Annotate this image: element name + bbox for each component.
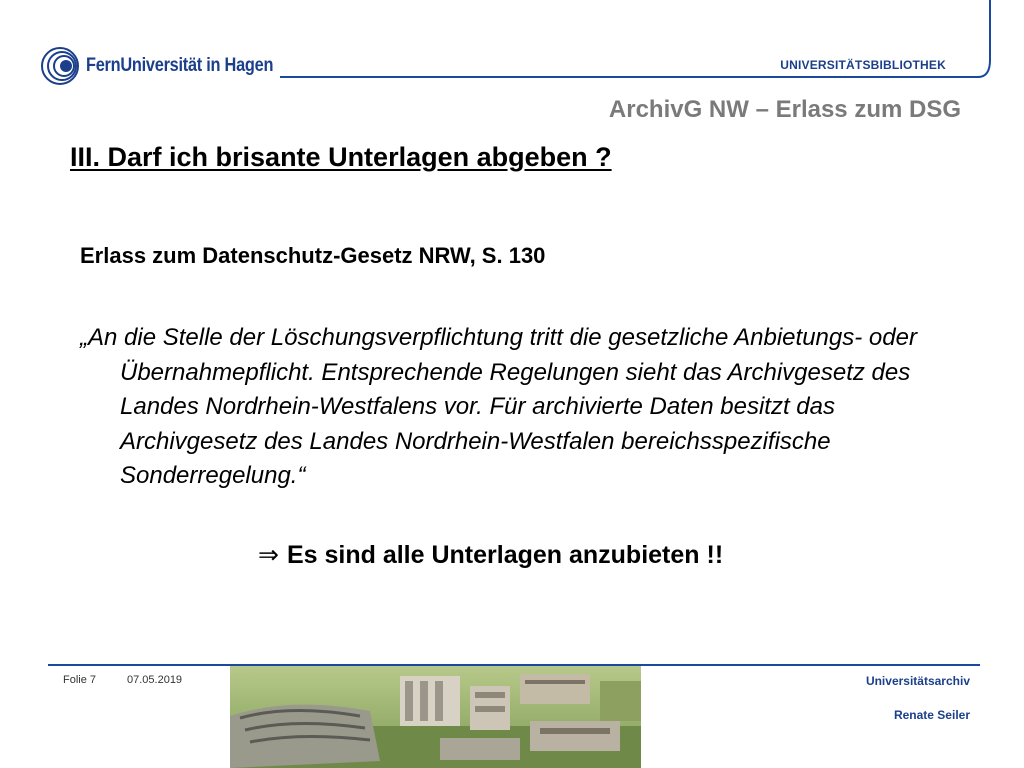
fernuni-logo-icon [41, 47, 79, 85]
implies-arrow-icon: ⇒ [258, 541, 279, 569]
slide-number: Folie 7 [63, 674, 97, 686]
conclusion: ⇒ Es sind alle Unterlagen anzubieten !! [258, 540, 723, 570]
header-rule [280, 76, 980, 78]
quote-text: „An die Stelle der Löschungsverpflichtun… [80, 324, 917, 489]
conclusion-text: Es sind alle Unterlagen anzubieten !! [286, 541, 724, 569]
author-label: Renate Seiler [893, 708, 970, 722]
university-logo: FernUniversität in Hagen [40, 46, 304, 86]
logo-text: FernUniversität in Hagen [86, 55, 274, 76]
legal-quote: „An die Stelle der Löschungsverpflichtun… [80, 321, 970, 494]
library-label: UNIVERSITÄTSBIBLIOTHEK [780, 58, 946, 72]
campus-aerial-image [230, 666, 641, 768]
department-label: Universitätsarchiv [865, 674, 970, 688]
campus-photo [230, 666, 641, 768]
source-reference: Erlass zum Datenschutz-Gesetz NRW, S. 13… [80, 243, 546, 268]
slide-date: 07.05.2019 [127, 674, 183, 686]
slide-topic: ArchivG NW – Erlass zum DSG [608, 96, 961, 123]
header-frame-curve [960, 0, 991, 78]
slide-heading: III. Darf ich brisante Unterlagen abgebe… [70, 142, 612, 172]
